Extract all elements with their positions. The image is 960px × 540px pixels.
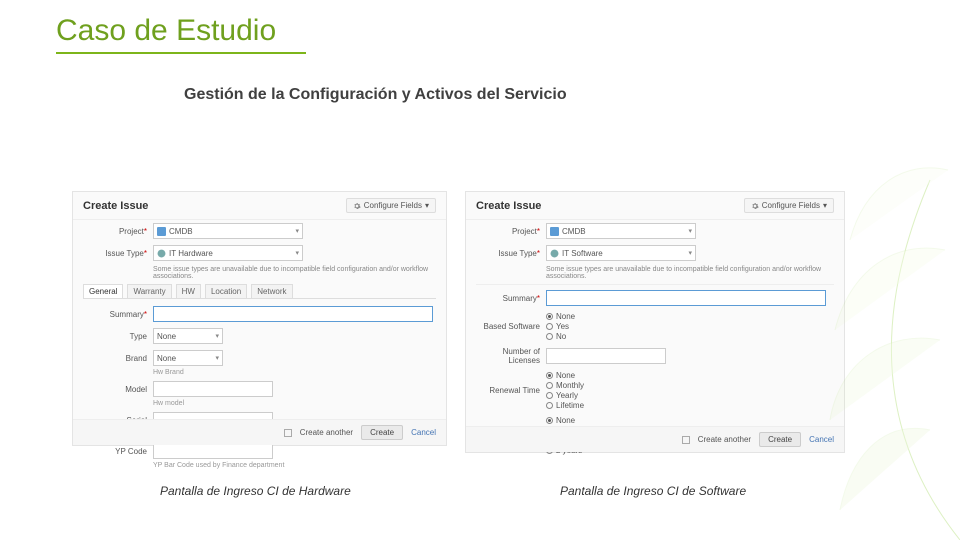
- radio-renewal-none[interactable]: None: [546, 371, 584, 380]
- radio-icon: [546, 323, 553, 330]
- model-input[interactable]: [153, 381, 273, 397]
- dialog-hardware: Create Issue Configure Fields ▾ Project*…: [72, 191, 447, 446]
- licenses-label: Number of Licenses: [476, 347, 546, 365]
- dialog-title: Create Issue: [83, 200, 148, 212]
- tab-network[interactable]: Network: [251, 284, 292, 298]
- renewal-label: Renewal Time: [476, 386, 546, 395]
- tab-location[interactable]: Location: [205, 284, 247, 298]
- dialog-footer: Create another Create Cancel: [73, 419, 446, 445]
- model-hint: Hw model: [73, 400, 446, 407]
- project-select[interactable]: CMDB ▾: [153, 223, 303, 239]
- slide-subtitle: Gestión de la Configuración y Activos de…: [184, 86, 567, 104]
- gear-icon: [353, 202, 361, 210]
- radio-icon: [546, 333, 553, 340]
- radio-icon: [546, 382, 553, 389]
- summary-label: Summary*: [83, 310, 153, 319]
- configure-fields-button[interactable]: Configure Fields ▾: [346, 198, 436, 213]
- issue-type-select[interactable]: IT Hardware ▾: [153, 245, 303, 261]
- radio-support-none[interactable]: None: [546, 416, 582, 425]
- brand-label: Brand: [83, 354, 153, 363]
- configure-fields-label: Configure Fields: [762, 201, 820, 210]
- slide-title: Caso de Estudio: [56, 14, 306, 54]
- model-label: Model: [83, 385, 153, 394]
- type-label: Type: [83, 332, 153, 341]
- summary-label: Summary*: [476, 294, 546, 303]
- issue-type-label: Issue Type*: [476, 249, 546, 258]
- project-icon: [157, 227, 166, 236]
- project-label: Project*: [83, 227, 153, 236]
- radio-renewal-monthly[interactable]: Monthly: [546, 381, 584, 390]
- yp-label: YP Code: [83, 447, 153, 456]
- configure-fields-button[interactable]: Configure Fields ▾: [744, 198, 834, 213]
- tab-general[interactable]: General: [83, 284, 123, 298]
- radio-renewal-lifetime[interactable]: Lifetime: [546, 401, 584, 410]
- create-another-checkbox[interactable]: [284, 429, 292, 437]
- issue-type-value: IT Hardware: [169, 249, 213, 258]
- based-label: Based Software: [476, 322, 546, 331]
- chevron-down-icon: ▾: [688, 227, 692, 235]
- create-another-label: Create another: [300, 428, 353, 437]
- chevron-down-icon: ▾: [295, 227, 299, 235]
- dialog-software: Create Issue Configure Fields ▾ Project*…: [465, 191, 845, 453]
- yp-hint: YP Bar Code used by Finance department: [73, 462, 446, 469]
- tab-hw[interactable]: HW: [176, 284, 201, 298]
- summary-input[interactable]: [153, 306, 433, 322]
- caption-software: Pantalla de Ingreso CI de Software: [560, 484, 746, 498]
- type-icon: [157, 249, 166, 258]
- unavailable-help: Some issue types are unavailable due to …: [153, 266, 446, 280]
- radio-icon: [546, 372, 553, 379]
- caption-hardware: Pantalla de Ingreso CI de Hardware: [160, 484, 351, 498]
- configure-fields-label: Configure Fields: [364, 201, 422, 210]
- chevron-down-icon: ▾: [425, 201, 429, 210]
- project-value: CMDB: [169, 227, 193, 236]
- brand-hint: Hw Brand: [73, 369, 446, 376]
- radio-icon: [546, 417, 553, 424]
- radio-based-no[interactable]: No: [546, 332, 575, 341]
- issue-type-select[interactable]: IT Software ▾: [546, 245, 696, 261]
- project-value: CMDB: [562, 227, 586, 236]
- cancel-button[interactable]: Cancel: [411, 428, 436, 437]
- create-another-label: Create another: [698, 435, 751, 444]
- issue-type-label: Issue Type*: [83, 249, 153, 258]
- create-button[interactable]: Create: [759, 432, 801, 447]
- gear-icon: [751, 202, 759, 210]
- project-select[interactable]: CMDB ▾: [546, 223, 696, 239]
- chevron-down-icon: ▾: [688, 249, 692, 257]
- radio-icon: [546, 392, 553, 399]
- issue-type-value: IT Software: [562, 249, 603, 258]
- type-select[interactable]: None▾: [153, 328, 223, 344]
- licenses-input[interactable]: [546, 348, 666, 364]
- chevron-down-icon: ▾: [823, 201, 827, 210]
- project-label: Project*: [476, 227, 546, 236]
- tabs: General Warranty HW Location Network: [83, 284, 436, 299]
- project-icon: [550, 227, 559, 236]
- radio-based-none[interactable]: None: [546, 312, 575, 321]
- radio-renewal-yearly[interactable]: Yearly: [546, 391, 584, 400]
- brand-select[interactable]: None▾: [153, 350, 223, 366]
- summary-input[interactable]: [546, 290, 826, 306]
- yp-input[interactable]: [153, 443, 273, 459]
- cancel-button[interactable]: Cancel: [809, 435, 834, 444]
- type-icon: [550, 249, 559, 258]
- chevron-down-icon: ▾: [295, 249, 299, 257]
- renewal-radio-group: None Monthly Yearly Lifetime: [546, 371, 584, 410]
- radio-based-yes[interactable]: Yes: [546, 322, 575, 331]
- radio-icon: [546, 402, 553, 409]
- tab-warranty[interactable]: Warranty: [127, 284, 171, 298]
- based-radio-group: None Yes No: [546, 312, 575, 341]
- unavailable-help: Some issue types are unavailable due to …: [546, 266, 844, 280]
- dialog-title: Create Issue: [476, 200, 541, 212]
- create-button[interactable]: Create: [361, 425, 403, 440]
- create-another-checkbox[interactable]: [682, 436, 690, 444]
- radio-icon: [546, 313, 553, 320]
- dialog-footer: Create another Create Cancel: [466, 426, 844, 452]
